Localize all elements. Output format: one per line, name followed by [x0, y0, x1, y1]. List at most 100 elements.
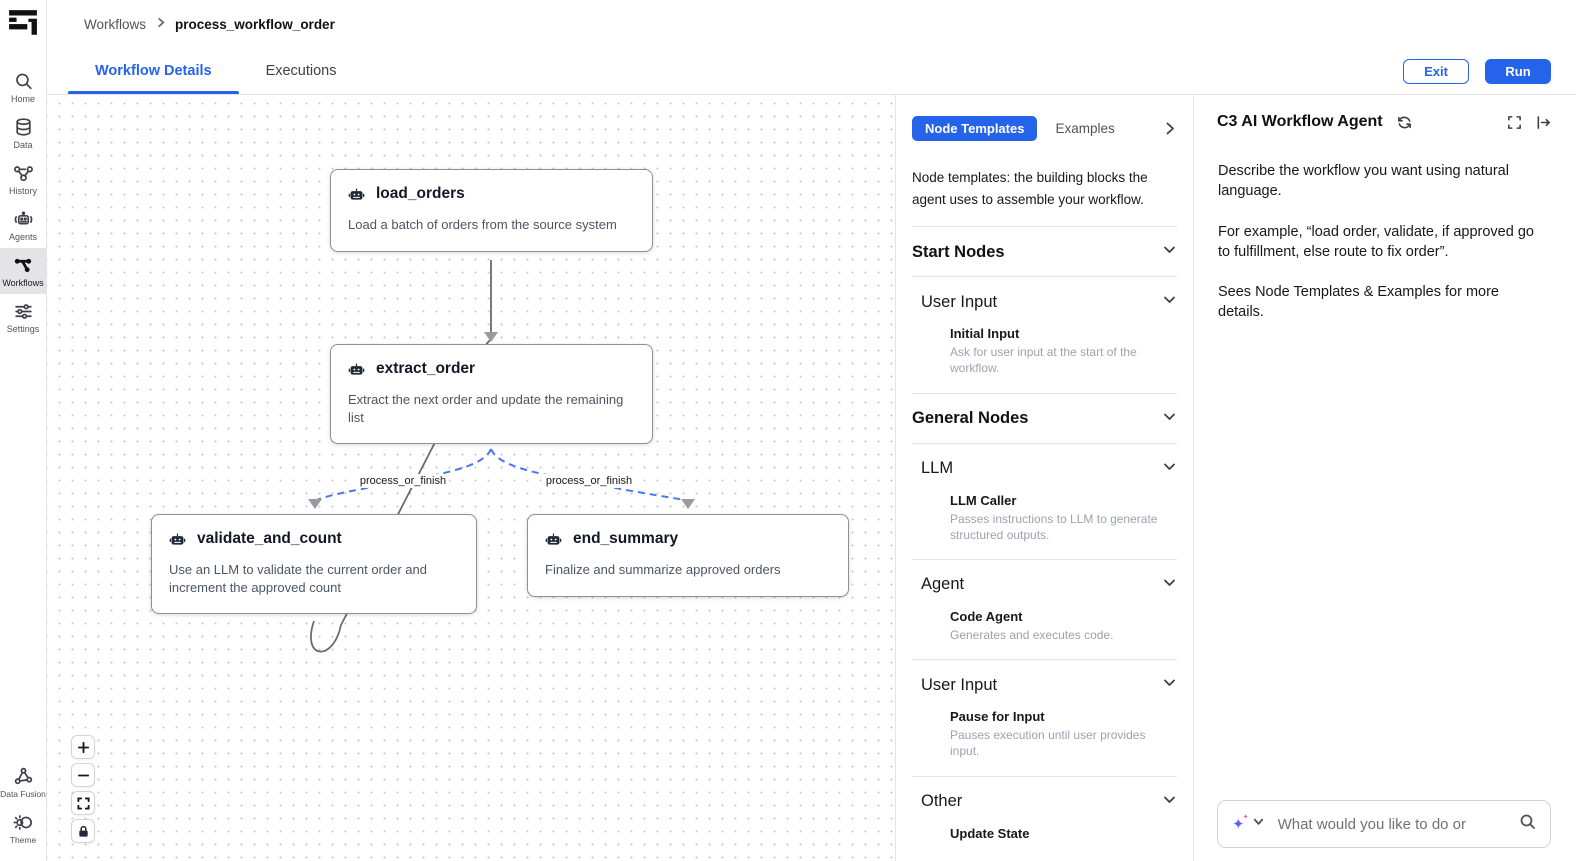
agent-panel-header: C3 AI Workflow Agent: [1217, 113, 1551, 131]
sidebar-item-settings[interactable]: Settings: [0, 294, 47, 340]
section-start-nodes: Start Nodes: [912, 227, 1177, 277]
sidebar-item-label: Workflows: [2, 278, 43, 288]
breadcrumb-workflows[interactable]: Workflows: [84, 17, 146, 32]
content-row: process_or_finish process_or_finish: [47, 95, 1576, 861]
refresh-button[interactable]: [1397, 115, 1412, 130]
node-title: extract_order: [376, 360, 475, 378]
edge-label[interactable]: process_or_finish: [357, 474, 449, 488]
agent-panel: C3 AI Workflow Agent: [1193, 95, 1576, 861]
node-description: Finalize and summarize approved orders: [545, 561, 831, 579]
section-title: General Nodes: [912, 409, 1028, 428]
section-header[interactable]: LLM: [912, 459, 1177, 479]
arrowhead-end-target: [681, 499, 695, 509]
template-name: Initial Input: [950, 326, 1177, 341]
node-extract-order[interactable]: extract_order Extract the next order and…: [330, 344, 653, 444]
robot-icon: [545, 531, 562, 548]
chevron-down-icon[interactable]: [1252, 815, 1265, 833]
sidebar-item-label: History: [9, 186, 37, 196]
expand-button[interactable]: [1507, 115, 1522, 130]
minus-icon: [77, 769, 90, 782]
workflow-icon: [13, 255, 34, 276]
template-name: Code Agent: [950, 609, 1177, 624]
sidebar: Home Data History: [0, 0, 47, 861]
section-header[interactable]: Start Nodes: [912, 242, 1177, 262]
exit-button[interactable]: Exit: [1403, 59, 1469, 84]
agent-panel-title: C3 AI Workflow Agent: [1217, 113, 1383, 131]
node-load-orders[interactable]: load_orders Load a batch of orders from …: [330, 169, 653, 252]
zoom-in-button[interactable]: [71, 735, 95, 759]
sparkle-icon: ✦✦: [1232, 817, 1245, 832]
lock-button[interactable]: [71, 819, 95, 843]
section-header[interactable]: User Input: [912, 292, 1177, 312]
edge-label[interactable]: process_or_finish: [543, 474, 635, 488]
agent-panel-body: Describe the workflow you want using nat…: [1217, 161, 1551, 343]
section-llm: LLM LLM Caller Passes instructions to LL…: [912, 444, 1177, 560]
search-icon: [13, 71, 34, 92]
templates-intro: Node templates: the building blocks the …: [912, 167, 1177, 227]
close-panel-button[interactable]: [1536, 115, 1551, 130]
arrowhead-extract-target: [484, 332, 498, 342]
robot-icon: [13, 209, 34, 230]
template-item-update-state[interactable]: Update State: [950, 826, 1177, 841]
node-title: load_orders: [376, 185, 465, 203]
tab-examples[interactable]: Examples: [1055, 121, 1114, 136]
main-column: Workflows process_workflow_order Workflo…: [47, 0, 1576, 861]
templates-tab-bar: Node Templates Examples: [912, 116, 1177, 141]
section-title: Start Nodes: [912, 243, 1005, 262]
sidebar-item-theme[interactable]: Theme: [0, 805, 47, 851]
template-description: Pauses execution until user provides inp…: [950, 727, 1165, 759]
tab-node-templates[interactable]: Node Templates: [912, 116, 1037, 141]
section-general-nodes: General Nodes: [912, 394, 1177, 444]
sidebar-item-label: Settings: [7, 324, 40, 334]
section-other: Other Update State: [912, 777, 1177, 857]
section-header[interactable]: Agent: [912, 575, 1177, 595]
sidebar-item-label: Home: [11, 94, 35, 104]
sidebar-item-label: Theme: [10, 835, 36, 845]
run-button[interactable]: Run: [1485, 59, 1551, 84]
header-actions: Exit Run: [1403, 59, 1551, 84]
sidebar-item-data[interactable]: Data: [0, 110, 47, 156]
agent-chat-input[interactable]: [1278, 816, 1512, 833]
robot-icon: [348, 361, 365, 378]
c3-logo-icon: [8, 8, 38, 38]
agent-panel-spacer: [1217, 343, 1551, 800]
node-validate-and-count[interactable]: validate_and_count Use an LLM to validat…: [151, 514, 477, 614]
tab-bar: Workflow Details Executions Exit Run: [47, 48, 1576, 95]
robot-icon: [169, 531, 186, 548]
agent-paragraph: Describe the workflow you want using nat…: [1218, 161, 1548, 202]
lock-icon: [77, 825, 90, 838]
search-icon[interactable]: [1519, 813, 1536, 835]
template-item-code-agent[interactable]: Code Agent Generates and executes code.: [950, 609, 1177, 643]
tab-executions[interactable]: Executions: [239, 48, 364, 94]
chevron-down-icon: [1162, 409, 1177, 429]
sidebar-item-data-fusion[interactable]: Data Fusion: [0, 759, 47, 805]
template-description: Generates and executes code.: [950, 627, 1165, 643]
node-title: validate_and_count: [197, 530, 342, 548]
sidebar-item-workflows[interactable]: Workflows: [0, 248, 47, 294]
section-header[interactable]: User Input: [912, 675, 1177, 695]
node-end-summary[interactable]: end_summary Finalize and summarize appro…: [527, 514, 849, 597]
app-root: Home Data History: [0, 0, 1576, 861]
arrowhead-validate-target: [308, 499, 322, 509]
sidebar-item-home[interactable]: Home: [0, 64, 47, 110]
sidebar-item-agents[interactable]: Agents: [0, 202, 47, 248]
template-item-pause-for-input[interactable]: Pause for Input Pauses execution until u…: [950, 709, 1177, 759]
fit-view-button[interactable]: [71, 791, 95, 815]
fit-view-icon: [77, 797, 90, 810]
node-title: end_summary: [573, 530, 678, 548]
template-item-initial-input[interactable]: Initial Input Ask for user input at the …: [950, 326, 1177, 376]
collapse-panel-button[interactable]: [1162, 121, 1177, 136]
agent-chat-input-container: ✦✦: [1217, 800, 1551, 848]
tab-workflow-details[interactable]: Workflow Details: [68, 48, 239, 94]
zoom-out-button[interactable]: [71, 763, 95, 787]
sidebar-item-history[interactable]: History: [0, 156, 47, 202]
workflow-canvas[interactable]: process_or_finish process_or_finish: [47, 95, 895, 861]
template-item-llm-caller[interactable]: LLM Caller Passes instructions to LLM to…: [950, 493, 1177, 543]
agent-paragraph: Sees Node Templates & Examples for more …: [1218, 282, 1548, 323]
section-header[interactable]: General Nodes: [912, 409, 1177, 429]
section-header[interactable]: Other: [912, 792, 1177, 812]
node-templates-panel: Node Templates Examples Node templates: …: [895, 95, 1193, 861]
template-name: LLM Caller: [950, 493, 1177, 508]
node-description: Extract the next order and update the re…: [348, 391, 635, 426]
robot-icon: [348, 186, 365, 203]
